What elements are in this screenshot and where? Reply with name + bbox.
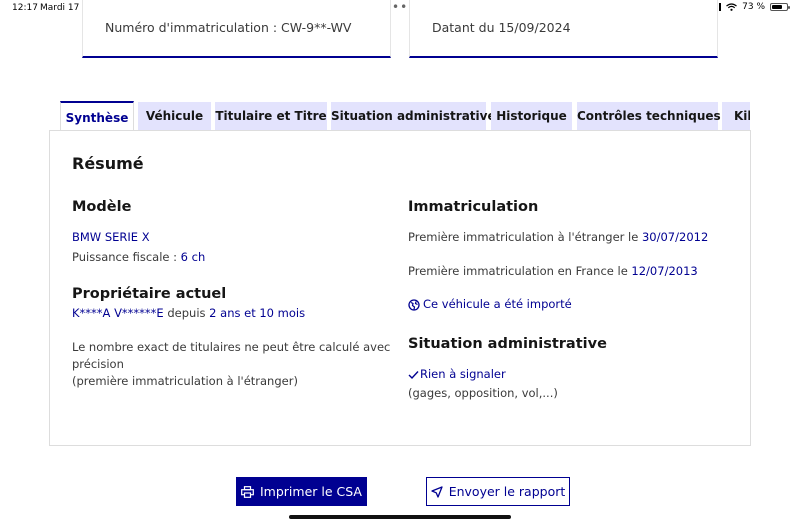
france-registration-label: Première immatriculation en France le [408,264,632,278]
send-report-label: Envoyer le rapport [448,484,566,499]
fiscal-power-value: 6 ch [180,250,206,264]
wifi-icon [726,3,737,11]
battery-icon [770,3,790,11]
tab-situation-administrative[interactable]: Situation administrative [331,102,496,130]
report-date: Datant du 15/09/2024 [432,20,571,35]
printer-icon [241,485,254,498]
imported-text: Ce véhicule a été importé [423,297,572,311]
admin-status-text: Rien à signaler [420,367,506,381]
owner-name: K****A V******E [72,306,164,320]
registration-number-card: Numéro d'immatriculation : CW-9**-WV [82,0,391,58]
owner-since-label: depuis [163,306,210,320]
tab-bar: Synthèse Véhicule Titulaire et Titre Sit… [60,101,750,131]
print-csa-button[interactable]: Imprimer le CSA [236,477,367,506]
globe-icon [408,298,420,311]
model-name: BMW SERIE X [72,230,150,244]
check-icon [408,370,419,379]
owner-line: K****A V******E depuis 2 ans et 10 mois [72,306,305,320]
tab-titulaire[interactable]: Titulaire et Titre [215,102,327,130]
registration-number: Numéro d'immatriculation : CW-9**-WV [105,20,352,35]
registration-heading: Immatriculation [408,199,539,215]
battery-percentage: 73 % [742,2,765,12]
owner-note-line2: précision [72,357,124,371]
model-heading: Modèle [72,199,132,215]
send-report-button[interactable]: Envoyer le rapport [426,477,570,506]
tab-kilometrage[interactable]: Kilométrage [722,102,750,130]
france-registration: Première immatriculation en France le 12… [408,264,698,278]
summary-title: Résumé [72,154,144,173]
status-time: 12:17 [12,3,38,13]
imported-notice: Ce véhicule a été importé [408,297,572,311]
tab-synthese[interactable]: Synthèse [60,101,134,131]
owner-heading: Propriétaire actuel [72,286,227,302]
owner-note-line3: (première immatriculation à l'étranger) [72,374,298,388]
fiscal-power: Puissance fiscale : 6 ch [72,250,205,264]
admin-heading: Situation administrative [408,336,607,352]
tab-historique[interactable]: Historique [491,102,572,130]
foreign-registration: Première immatriculation à l'étranger le… [408,230,708,244]
owner-note-line1: Le nombre exact de titulaires ne peut êt… [72,340,391,354]
foreign-registration-label: Première immatriculation à l'étranger le [408,230,642,244]
tab-vehicule[interactable]: Véhicule [138,102,211,130]
home-indicator[interactable] [289,515,511,519]
owner-duration: 2 ans et 10 mois [209,306,306,320]
print-csa-label: Imprimer le CSA [260,484,362,499]
fiscal-power-label: Puissance fiscale : [72,250,181,264]
admin-detail: (gages, opposition, vol,...) [408,386,558,400]
admin-status: Rien à signaler [408,367,506,381]
foreign-registration-date: 30/07/2012 [641,230,709,244]
report-date-card: Datant du 15/09/2024 [409,0,718,58]
status-indicators: 73 % [710,2,790,12]
france-registration-date: 12/07/2013 [631,264,698,278]
tab-controles-techniques[interactable]: Contrôles techniques [577,102,721,130]
send-icon [431,485,443,498]
